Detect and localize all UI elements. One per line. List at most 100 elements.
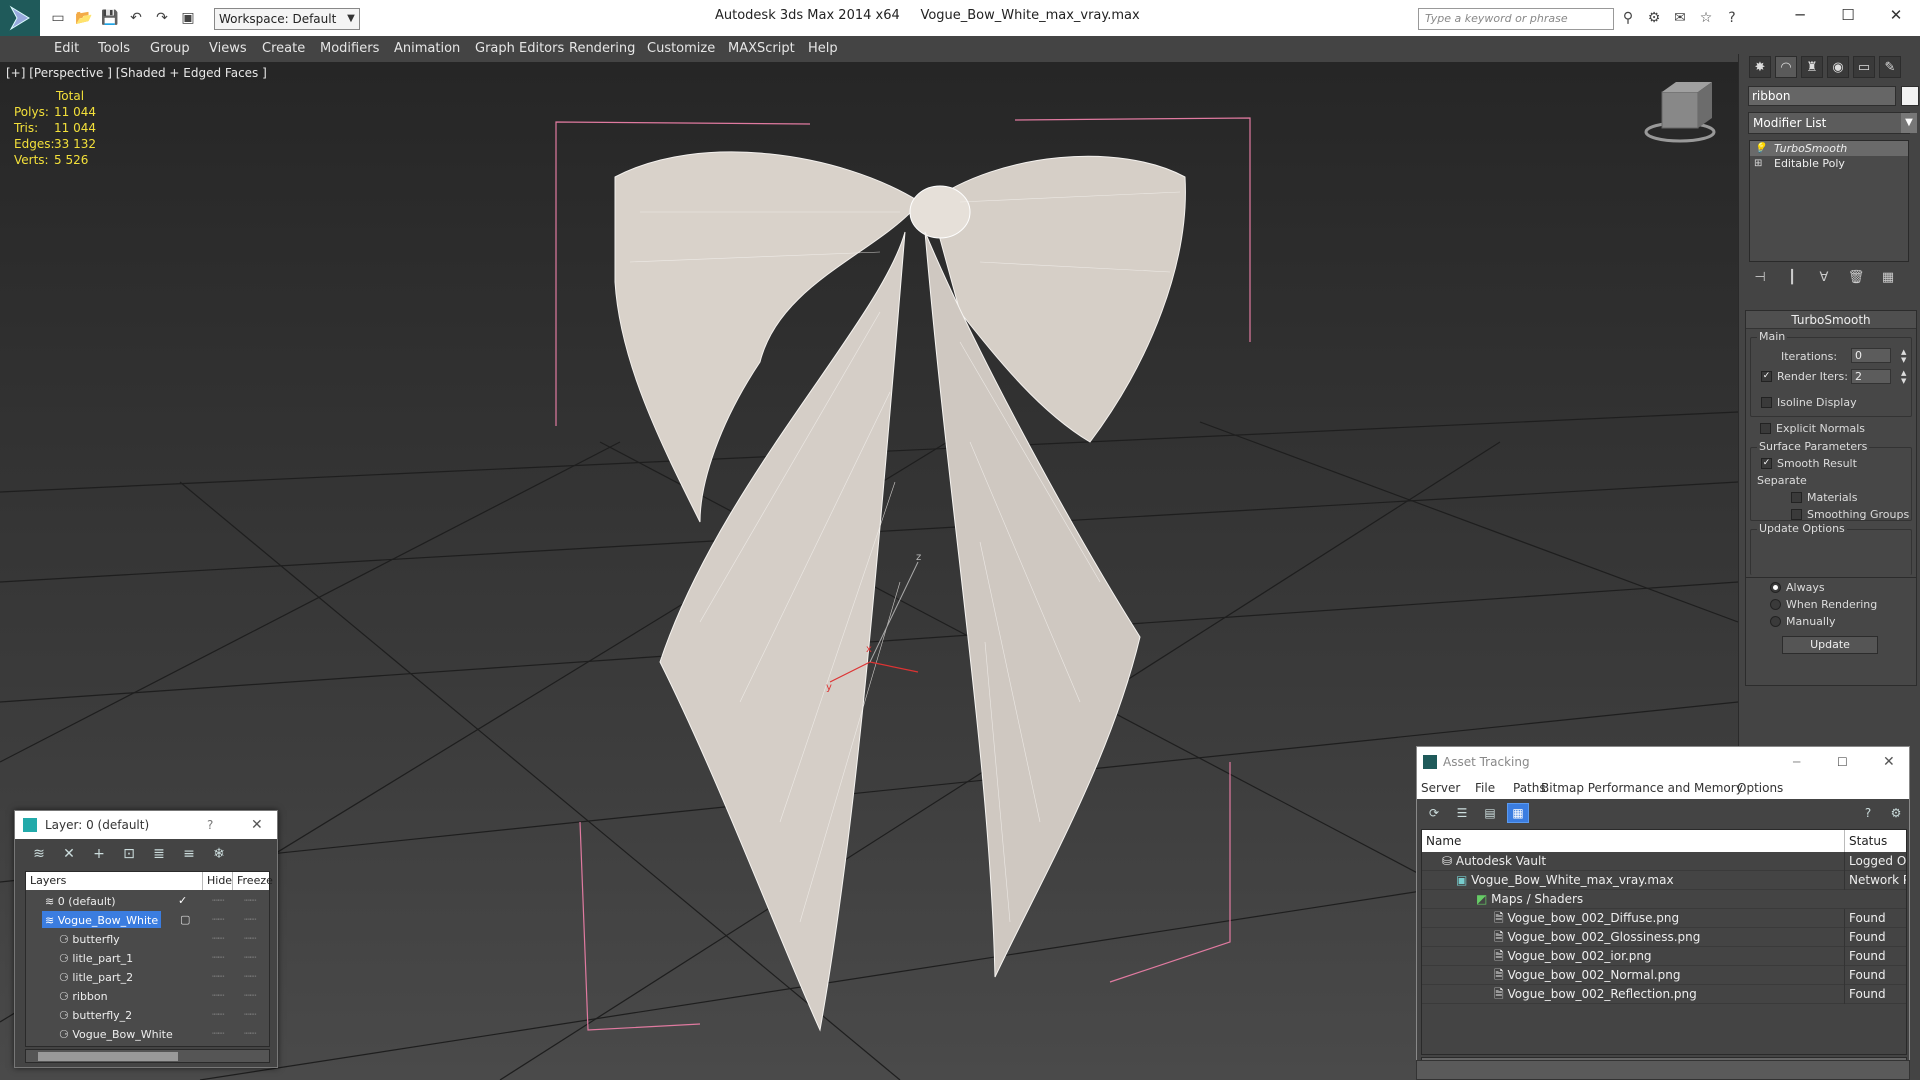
- explicit-normals-checkbox[interactable]: [1760, 423, 1771, 434]
- pin-stack-icon[interactable]: ⊣: [1749, 266, 1771, 288]
- expand-plus-icon[interactable]: ⊞: [1754, 156, 1764, 171]
- update-button[interactable]: Update: [1782, 636, 1878, 654]
- minimize-icon[interactable]: ─: [1776, 0, 1824, 30]
- object-color-swatch[interactable]: [1901, 86, 1919, 106]
- layer-dialog-titlebar[interactable]: Layer: 0 (default) ? ✕: [15, 811, 277, 839]
- thumbnail-view-icon[interactable]: ▤: [1479, 803, 1501, 823]
- spinner-arrows-icon[interactable]: ▲ ▼: [1901, 348, 1906, 364]
- save-file-icon[interactable]: 💾: [100, 8, 120, 28]
- remove-modifier-icon[interactable]: 🗑: [1845, 266, 1867, 288]
- utilities-tab-icon[interactable]: ✎: [1879, 56, 1901, 78]
- column-header-name[interactable]: Name: [1426, 830, 1461, 852]
- freeze-toggle[interactable]: ┈┈: [244, 967, 256, 986]
- menu-group[interactable]: Group: [150, 41, 190, 56]
- close-icon[interactable]: ✕: [251, 811, 263, 839]
- settings-icon[interactable]: ⚙: [1885, 803, 1907, 823]
- configure-sets-icon[interactable]: ▦: [1877, 266, 1899, 288]
- asset-row[interactable]: ⛁ Autodesk Vault Logged Ou: [1422, 852, 1906, 871]
- modifier-stack[interactable]: 💡 TurboSmooth ⊞ Editable Poly: [1749, 140, 1909, 262]
- close-icon[interactable]: ✕: [1872, 0, 1920, 30]
- redo-icon[interactable]: ↷: [152, 8, 172, 28]
- delete-layer-icon[interactable]: ✕: [57, 843, 81, 865]
- menu-views[interactable]: Views: [209, 41, 247, 56]
- help-icon[interactable]: ?: [207, 811, 213, 839]
- project-folder-icon[interactable]: ▣: [178, 8, 198, 28]
- render-iters-spinner[interactable]: 2: [1851, 369, 1891, 384]
- add-to-layer-icon[interactable]: +: [87, 843, 111, 865]
- minimize-icon[interactable]: ─: [1793, 747, 1800, 777]
- hide-toggle[interactable]: ┈┈: [212, 910, 224, 929]
- freeze-toggle[interactable]: ┈┈: [244, 891, 256, 910]
- hide-toggle[interactable]: ┈┈: [212, 891, 224, 910]
- menu-modifiers[interactable]: Modifiers: [320, 41, 379, 56]
- stack-item-editable-poly[interactable]: ⊞ Editable Poly: [1750, 156, 1908, 171]
- stack-item-turbosmooth[interactable]: 💡 TurboSmooth: [1750, 141, 1908, 156]
- menu-help[interactable]: Help: [808, 41, 838, 56]
- layer-row[interactable]: ≋ Vogue_Bow_White ▢ ┈┈ ┈┈: [26, 910, 269, 929]
- viewport-label[interactable]: [+] [Perspective ] [Shaded + Edged Faces…: [6, 66, 267, 80]
- layer-row[interactable]: ⚆ Vogue_Bow_White ┈┈ ┈┈: [26, 1024, 269, 1043]
- asset-row[interactable]: 🗎 Vogue_bow_002_Normal.png Found: [1422, 966, 1906, 985]
- chevron-down-icon[interactable]: ▼: [344, 8, 358, 30]
- display-tab-icon[interactable]: ▭: [1853, 56, 1875, 78]
- isoline-display-checkbox[interactable]: [1761, 397, 1772, 408]
- spinner-arrows-icon[interactable]: ▲ ▼: [1901, 369, 1906, 385]
- scrollbar-thumb[interactable]: [38, 1052, 178, 1061]
- create-tab-icon[interactable]: ✸: [1749, 56, 1771, 78]
- iterations-spinner[interactable]: 0: [1851, 348, 1891, 363]
- hide-all-icon[interactable]: ≡: [177, 843, 201, 865]
- smooth-result-checkbox[interactable]: ✓: [1761, 458, 1772, 469]
- asset-dialog-titlebar[interactable]: Asset Tracking ─ ☐ ✕: [1417, 747, 1909, 777]
- asset-menu-server[interactable]: Server: [1421, 781, 1460, 795]
- layer-row[interactable]: ⚆ ribbon ┈┈ ┈┈: [26, 986, 269, 1005]
- asset-menu-options[interactable]: Options: [1737, 781, 1783, 795]
- hide-toggle[interactable]: ┈┈: [212, 1024, 224, 1043]
- refresh-icon[interactable]: ⟳: [1423, 803, 1445, 823]
- open-file-icon[interactable]: 📂: [74, 8, 94, 28]
- table-view-icon[interactable]: ▦: [1507, 803, 1529, 823]
- new-layer-icon[interactable]: ≋: [27, 843, 51, 865]
- show-end-result-icon[interactable]: ┃: [1781, 266, 1803, 288]
- freeze-toggle[interactable]: ┈┈: [244, 986, 256, 1005]
- menu-rendering[interactable]: Rendering: [569, 41, 635, 56]
- layer-row[interactable]: ⚆ litle_part_1 ┈┈ ┈┈: [26, 948, 269, 967]
- layer-row[interactable]: ⚆ butterfly ┈┈ ┈┈: [26, 929, 269, 948]
- lightbulb-icon[interactable]: 💡: [1754, 141, 1766, 156]
- menu-tools[interactable]: Tools: [98, 41, 130, 56]
- highlight-layer-icon[interactable]: ≣: [147, 843, 171, 865]
- update-manually-radio[interactable]: [1770, 616, 1781, 627]
- menu-create[interactable]: Create: [262, 41, 305, 56]
- modifier-list-dropdown[interactable]: Modifier List ▼: [1748, 112, 1917, 134]
- layer-row[interactable]: ≋ 0 (default) ✓ ┈┈ ┈┈: [26, 891, 269, 910]
- asset-row[interactable]: ◩ Maps / Shaders: [1422, 890, 1906, 909]
- maximize-icon[interactable]: ☐: [1837, 747, 1848, 777]
- update-always-radio[interactable]: [1770, 582, 1781, 593]
- asset-menu-file[interactable]: File: [1475, 781, 1495, 795]
- freeze-toggle[interactable]: ┈┈: [244, 1005, 256, 1024]
- select-objects-icon[interactable]: ⊡: [117, 843, 141, 865]
- set-current-box-icon[interactable]: ▢: [180, 910, 190, 929]
- column-header-layers[interactable]: Layers: [30, 872, 66, 890]
- freeze-toggle[interactable]: ┈┈: [244, 929, 256, 948]
- update-when-rendering-radio[interactable]: [1770, 599, 1781, 610]
- chevron-down-icon[interactable]: ▼: [1901, 113, 1917, 133]
- asset-row[interactable]: 🗎 Vogue_bow_002_Glossiness.png Found: [1422, 928, 1906, 947]
- asset-row[interactable]: 🗎 Vogue_bow_002_Diffuse.png Found: [1422, 909, 1906, 928]
- hide-toggle[interactable]: ┈┈: [212, 1005, 224, 1024]
- render-iters-checkbox[interactable]: ✓: [1761, 371, 1772, 382]
- favorites-star-icon[interactable]: ☆: [1696, 8, 1716, 28]
- freeze-all-icon[interactable]: ❄: [207, 843, 231, 865]
- smoothing-groups-checkbox[interactable]: [1791, 509, 1802, 520]
- hide-toggle[interactable]: ┈┈: [212, 948, 224, 967]
- layer-row[interactable]: ⚆ butterfly_2 ┈┈ ┈┈: [26, 1005, 269, 1024]
- modify-tab-icon[interactable]: ◠: [1775, 56, 1797, 78]
- freeze-toggle[interactable]: ┈┈: [244, 1024, 256, 1043]
- search-input[interactable]: Type a keyword or phrase: [1418, 8, 1614, 30]
- column-header-status[interactable]: Status: [1844, 830, 1906, 852]
- rollout-title[interactable]: TurboSmooth: [1746, 311, 1916, 329]
- maximize-icon[interactable]: ☐: [1824, 0, 1872, 30]
- subscription-icon[interactable]: ⚙: [1644, 8, 1664, 28]
- hide-toggle[interactable]: ┈┈: [212, 986, 224, 1005]
- app-logo-icon[interactable]: [0, 0, 40, 36]
- menu-animation[interactable]: Animation: [394, 41, 460, 56]
